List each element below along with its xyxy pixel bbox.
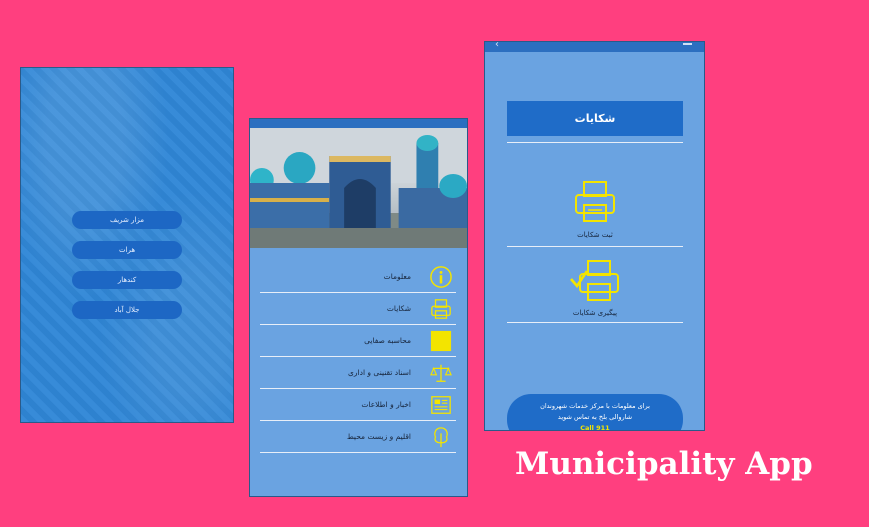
menu-item-climate-environment[interactable]: اقلیم و زیست محیط <box>260 422 456 453</box>
menu-item-label: اسناد تقنینی و اداری <box>348 368 411 377</box>
contact-banner[interactable]: برای معلومات با مرکز خدمات شهروندان شارو… <box>507 394 683 430</box>
main-menu-screen: معلومات شکایات محاسبه صفایی اسناد تقنینی… <box>249 118 468 497</box>
register-complaint-label: ثبت شکایات <box>577 231 613 239</box>
scales-icon <box>430 364 452 382</box>
status-bar <box>250 119 467 128</box>
tree-icon <box>434 427 448 448</box>
app-title: Municipality App <box>515 446 813 482</box>
divider <box>507 142 683 143</box>
printer-icon <box>575 181 615 222</box>
contact-text-line2: شاروالی بلخ به تماس شوید <box>557 413 633 421</box>
printer-icon <box>431 299 451 319</box>
menu-item-label: معلومات <box>383 272 411 281</box>
menu-item-cleaning-calculation[interactable]: محاسبه صفایی <box>260 326 456 357</box>
back-arrow-icon[interactable]: ‹ <box>495 42 499 50</box>
printer-check-icon <box>570 260 619 301</box>
city-button-mazar-sharif[interactable]: مزار شریف <box>72 211 182 229</box>
menu-item-complaints[interactable]: شکایات <box>260 294 456 325</box>
contact-phone[interactable]: Call 911 <box>507 423 683 430</box>
menu-item-label: محاسبه صفایی <box>364 336 411 345</box>
menu-item-news[interactable]: اخبار و اطلاعات <box>260 390 456 421</box>
divider <box>507 246 683 247</box>
city-button-kandahar[interactable]: کندهار <box>72 271 182 289</box>
city-selection-screen: مزار شریف هرات کندهار جلال آباد <box>20 67 234 423</box>
calculator-icon <box>430 330 452 352</box>
divider <box>507 322 683 323</box>
track-complaint-label: پیگیری شکایات <box>572 309 618 317</box>
menu-item-label: اخبار و اطلاعات <box>361 400 411 409</box>
newspaper-icon <box>431 396 451 414</box>
city-button-herat[interactable]: هرات <box>72 241 182 259</box>
menu-item-label: شکایات <box>386 304 411 313</box>
city-button-jalalabad[interactable]: جلال آباد <box>72 301 182 319</box>
menu-item-information[interactable]: معلومات <box>260 262 456 293</box>
complaints-header: شکایات <box>507 101 683 136</box>
menu-icon[interactable] <box>683 43 692 45</box>
info-icon <box>430 266 452 288</box>
menu-item-legal-documents[interactable]: اسناد تقنینی و اداری <box>260 358 456 389</box>
contact-text-line1: برای معلومات با مرکز خدمات شهروندان <box>540 402 650 410</box>
menu-item-label: اقلیم و زیست محیط <box>346 432 411 441</box>
app-toolbar: ‹ <box>485 42 704 52</box>
blue-mosque-banner-image <box>250 128 467 248</box>
complaints-screen: ‹ شکایات ثبت شکایات پیگیری شکایات برای م… <box>484 41 705 431</box>
